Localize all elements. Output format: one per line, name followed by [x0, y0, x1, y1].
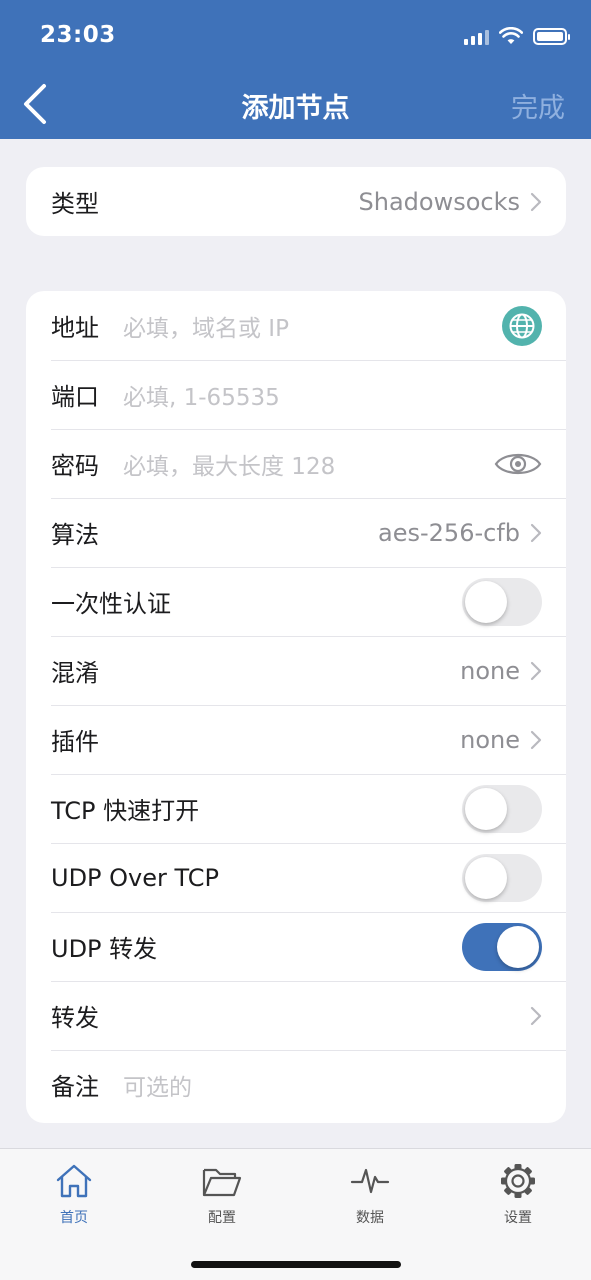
- forward-label: 转发: [51, 1004, 99, 1032]
- algorithm-value: aes-256-cfb: [378, 518, 520, 547]
- address-input[interactable]: 必填，域名或 IP: [123, 309, 502, 343]
- done-button[interactable]: 完成: [511, 86, 565, 125]
- eye-icon[interactable]: [494, 449, 542, 479]
- address-row[interactable]: 地址 必填，域名或 IP: [26, 291, 566, 360]
- password-row[interactable]: 密码 必填，最大长度 128: [26, 429, 566, 498]
- page-title: 添加节点: [241, 93, 350, 124]
- home-indicator: [191, 1261, 401, 1268]
- home-icon: [56, 1164, 92, 1198]
- tab-label: 数据: [356, 1210, 384, 1226]
- obfs-value: none: [460, 656, 520, 685]
- algorithm-label: 算法: [51, 521, 99, 549]
- pulse-icon: [350, 1168, 390, 1194]
- ota-label: 一次性认证: [51, 590, 171, 618]
- ota-row: 一次性认证: [26, 567, 566, 636]
- chevron-right-icon: [530, 192, 542, 211]
- forward-row[interactable]: 转发: [26, 981, 566, 1050]
- chevron-right-icon: [530, 1006, 542, 1025]
- remark-input[interactable]: 可选的: [123, 1068, 542, 1102]
- ota-toggle[interactable]: [462, 577, 542, 626]
- udp-relay-label: UDP 转发: [51, 935, 158, 963]
- tab-label: 设置: [504, 1210, 532, 1226]
- algorithm-row[interactable]: 算法 aes-256-cfb: [26, 498, 566, 567]
- port-input[interactable]: 必填, 1-65535: [123, 378, 542, 412]
- tab-label: 配置: [208, 1210, 236, 1226]
- type-row[interactable]: 类型 Shadowsocks: [26, 167, 566, 236]
- gear-icon: [501, 1164, 535, 1198]
- udp-over-tcp-toggle[interactable]: [462, 853, 542, 902]
- password-label: 密码: [51, 452, 99, 480]
- udp-relay-row: UDP 转发: [26, 912, 566, 981]
- plugin-label: 插件: [51, 728, 99, 756]
- tab-config[interactable]: 配置: [172, 1161, 272, 1227]
- obfs-row[interactable]: 混淆 none: [26, 636, 566, 705]
- tab-data[interactable]: 数据: [320, 1161, 420, 1227]
- node-form-card: 地址 必填，域名或 IP 端口 必填, 1-65535 密码 必填，最大长度 1…: [26, 291, 566, 1123]
- remark-row[interactable]: 备注 可选的: [26, 1050, 566, 1119]
- signal-icon: [464, 27, 489, 45]
- tab-home[interactable]: 首页: [24, 1161, 124, 1227]
- remark-label: 备注: [51, 1073, 99, 1101]
- plugin-row[interactable]: 插件 none: [26, 705, 566, 774]
- tab-label: 首页: [60, 1210, 88, 1226]
- chevron-right-icon: [530, 661, 542, 680]
- type-value: Shadowsocks: [358, 187, 520, 216]
- password-input[interactable]: 必填，最大长度 128: [123, 447, 494, 481]
- wifi-icon: [499, 27, 523, 44]
- type-card: 类型 Shadowsocks: [26, 167, 566, 236]
- chevron-right-icon: [530, 730, 542, 749]
- udp-over-tcp-label: UDP Over TCP: [51, 863, 219, 892]
- port-label: 端口: [51, 383, 99, 411]
- navigation-bar: 23:03 添加节点 完成: [0, 0, 591, 139]
- obfs-label: 混淆: [51, 659, 99, 687]
- plugin-value: none: [460, 725, 520, 754]
- udp-over-tcp-row: UDP Over TCP: [26, 843, 566, 912]
- status-time: 23:03: [40, 22, 116, 48]
- tcp-fast-open-label: TCP 快速打开: [51, 797, 200, 825]
- address-label: 地址: [51, 314, 99, 342]
- status-icons: [464, 24, 570, 48]
- tcp-fast-open-row: TCP 快速打开: [26, 774, 566, 843]
- globe-icon[interactable]: [502, 305, 542, 346]
- tcp-fast-open-toggle[interactable]: [462, 784, 542, 833]
- port-row[interactable]: 端口 必填, 1-65535: [26, 360, 566, 429]
- type-label: 类型: [51, 190, 99, 218]
- tab-settings[interactable]: 设置: [468, 1161, 568, 1227]
- battery-icon: [533, 27, 570, 45]
- udp-relay-toggle[interactable]: [462, 922, 542, 971]
- chevron-right-icon: [530, 523, 542, 542]
- globe-glyph-icon: [509, 313, 535, 338]
- folder-icon: [202, 1168, 242, 1197]
